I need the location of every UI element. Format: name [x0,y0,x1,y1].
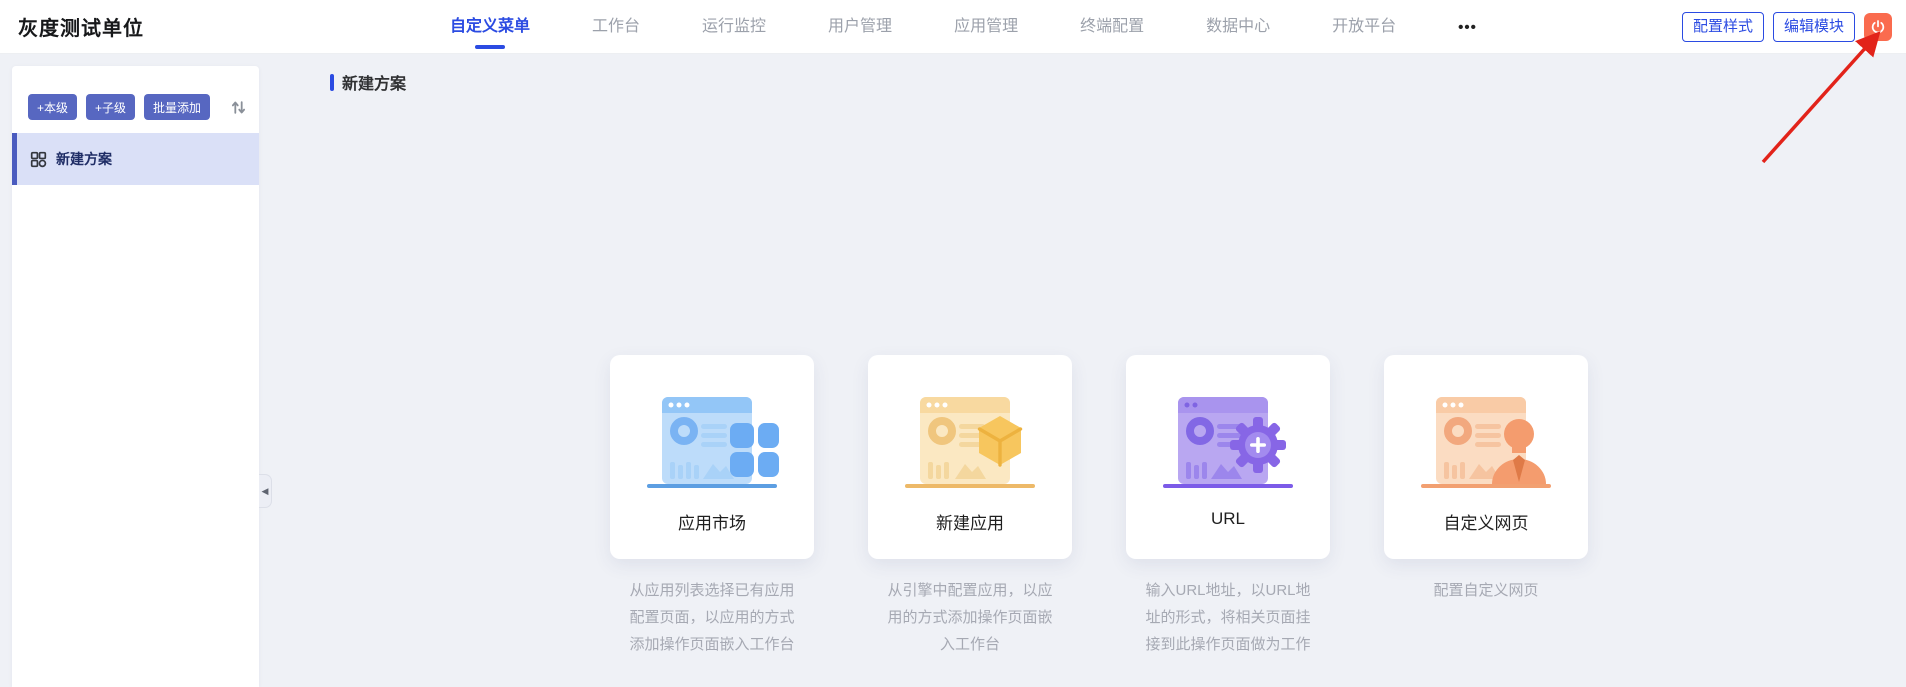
batch-add-button[interactable]: 批量添加 [144,94,211,120]
card-description: 配置自定义网页 [1433,582,1539,599]
sidebar-toolbar: +本级 +子级 批量添加 [12,66,259,120]
card-title: 自定义网页 [1443,514,1529,533]
sidebar: +本级 +子级 批量添加 新建方案 [12,66,259,687]
collapse-left-icon: ◀ [261,485,269,496]
nav-item-monitor[interactable]: 运行监控 [702,0,766,54]
card-column-url: URL 输入URL地址，以URL地址的形式，将相关页面挂接到此操作页面做为工作 [1126,355,1330,658]
brand-title: 灰度测试单位 [18,18,144,40]
sidebar-item-label: 新建方案 [56,151,112,167]
card-custom-page[interactable]: 自定义网页 [1384,355,1588,559]
main-nav: 自定义菜单 工作台 运行监控 用户管理 应用管理 终端配置 数据中心 开放平台 … [450,0,1477,54]
card-app-market[interactable]: 应用市场 [610,355,814,559]
card-column-app-market: 应用市场 从应用列表选择已有应用配置页面，以应用的方式添加操作页面嵌入工作台 [610,355,814,658]
edit-module-button[interactable]: 编辑模块 [1772,11,1855,42]
card-grid: 应用市场 从应用列表选择已有应用配置页面，以应用的方式添加操作页面嵌入工作台 新… [610,355,1588,658]
nav-item-data-center[interactable]: 数据中心 [1206,0,1270,54]
add-child-level-button[interactable]: +子级 [86,94,136,120]
card-description: 从应用列表选择已有应用配置页面，以应用的方式添加操作页面嵌入工作台 [629,582,795,653]
nav-item-terminal[interactable]: 终端配置 [1080,0,1144,54]
sidebar-collapse-handle[interactable]: ◀ [259,474,272,508]
add-same-level-button[interactable]: +本级 [28,94,78,120]
nav-item-workbench[interactable]: 工作台 [592,0,640,54]
app-market-illustration [637,383,787,500]
section-title-row: 新建方案 [330,70,406,94]
ellipsis-icon[interactable]: ••• [1458,19,1477,36]
nav-item-apps[interactable]: 应用管理 [954,0,1018,54]
grid-icon [30,151,47,168]
configure-style-button[interactable]: 配置样式 [1681,11,1764,42]
nav-item-open-platform[interactable]: 开放平台 [1332,0,1396,54]
nav-item-custom-menu[interactable]: 自定义菜单 [450,0,530,54]
sidebar-item-new-plan[interactable]: 新建方案 [12,133,259,185]
sort-icon[interactable] [230,99,247,116]
topbar-actions: 配置样式 编辑模块 [1681,11,1892,42]
card-column-custom-page: 自定义网页 配置自定义网页 [1384,355,1588,658]
card-title: URL [1210,509,1245,528]
custom-page-illustration [1411,383,1561,500]
nav-item-users[interactable]: 用户管理 [828,0,892,54]
card-title: 新建应用 [936,514,1004,533]
card-description: 从引擎中配置应用，以应用的方式添加操作页面嵌入工作台 [887,582,1053,653]
card-description: 输入URL地址，以URL地址的形式，将相关页面挂接到此操作页面做为工作 [1145,582,1311,653]
power-button[interactable] [1864,12,1892,41]
power-icon [1870,19,1886,35]
card-url[interactable]: URL [1126,355,1330,559]
top-bar: 灰度测试单位 自定义菜单 工作台 运行监控 用户管理 应用管理 终端配置 数据中… [0,0,1906,54]
section-accent-bar [330,73,334,91]
card-title: 应用市场 [678,514,746,533]
url-illustration [1153,383,1303,500]
page-title: 新建方案 [342,76,407,93]
new-app-illustration [895,383,1045,500]
card-column-new-app: 新建应用 从引擎中配置应用，以应用的方式添加操作页面嵌入工作台 [868,355,1072,658]
card-new-app[interactable]: 新建应用 [868,355,1072,559]
